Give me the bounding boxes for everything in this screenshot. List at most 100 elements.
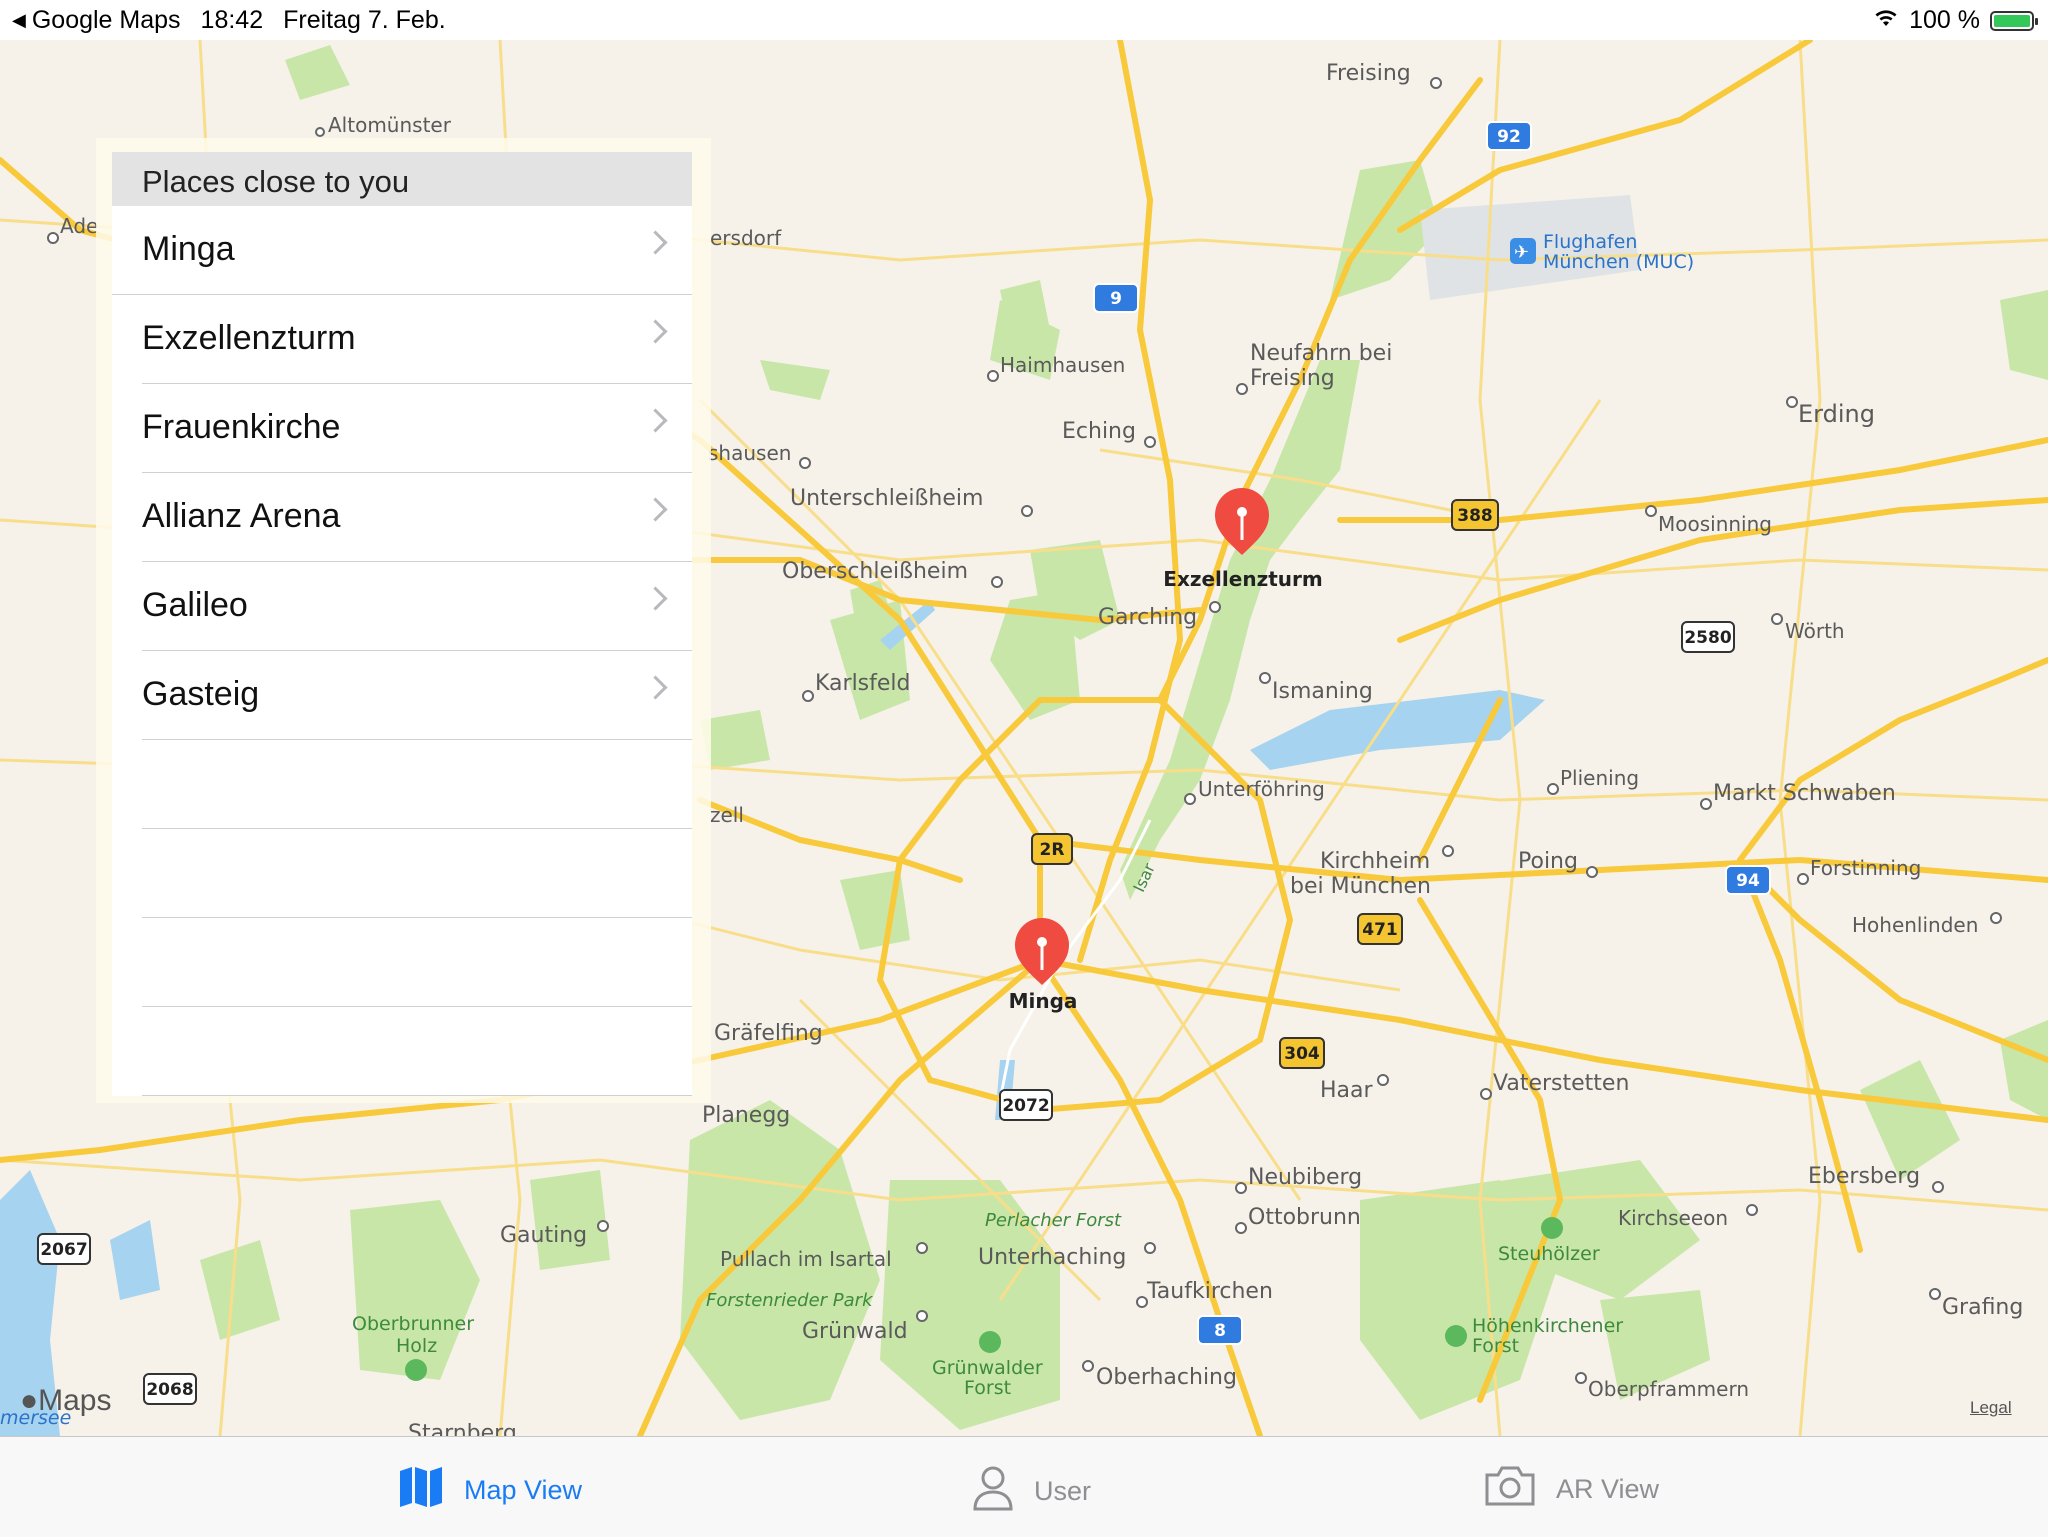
- map-label-gruenwalder-1: Grünwalder: [932, 1357, 1043, 1379]
- map-label-ebersberg: Ebersberg: [1808, 1164, 1920, 1189]
- map-label-woerth: Wörth: [1785, 619, 1845, 643]
- place-name: Minga: [142, 230, 235, 268]
- map-label-zell: zell: [710, 803, 744, 827]
- map-label-gauting: Gauting: [500, 1223, 587, 1248]
- map-label-ottobrunn: Ottobrunn: [1248, 1205, 1361, 1230]
- chevron-right-icon: [643, 230, 668, 255]
- status-bar: ◀ Google Maps 18:42 Freitag 7. Feb. 100 …: [0, 0, 2048, 40]
- empty-row: [142, 740, 692, 829]
- map-label-kirchheim-1: Kirchheim: [1320, 849, 1430, 874]
- map-label-karlsfeld: Karlsfeld: [815, 671, 911, 696]
- empty-row: [142, 918, 692, 1007]
- map-label-oberpframmern: Oberpframmern: [1588, 1377, 1749, 1401]
- map-label-neubiberg: Neubiberg: [1248, 1165, 1362, 1190]
- legal-link[interactable]: Legal: [1970, 1398, 2012, 1418]
- shield-b388: 388: [1457, 506, 1493, 526]
- map-label-unterschleissheim: Unterschleißheim: [790, 486, 983, 511]
- map-label-forstinning: Forstinning: [1810, 856, 1921, 880]
- place-name: Allianz Arena: [142, 497, 341, 535]
- map-label-flughafen-1: Flughafen: [1543, 231, 1637, 253]
- map-label-gruenwalder-2: Forst: [964, 1377, 1011, 1399]
- map-label-eching: Eching: [1062, 419, 1136, 444]
- shield-b304: 304: [1284, 1044, 1320, 1064]
- wifi-icon: [1873, 6, 1899, 35]
- map-label-markt-schwaben: Markt Schwaben: [1713, 781, 1896, 806]
- map-label-garching: Garching: [1098, 605, 1197, 630]
- map-label-vaterstetten: Vaterstetten: [1493, 1071, 1629, 1096]
- map-label-taufkirchen: Taufkirchen: [1146, 1279, 1273, 1304]
- place-row-allianz-arena[interactable]: Allianz Arena: [142, 473, 692, 562]
- chevron-right-icon: [643, 408, 668, 433]
- map-label-grafing: Grafing: [1942, 1295, 2023, 1320]
- map-label-poing: Poing: [1518, 849, 1578, 874]
- place-row-minga[interactable]: Minga: [112, 206, 692, 295]
- map-label-oberbrunner-2: Holz: [396, 1335, 437, 1357]
- map-label-moosinning: Moosinning: [1658, 512, 1772, 536]
- shield-a8: 8: [1214, 1321, 1226, 1341]
- map-label-altomuenster: Altomünster: [328, 113, 452, 137]
- map-label-erding: Erding: [1798, 400, 1875, 428]
- person-icon: [972, 1465, 1014, 1518]
- maps-logo-text: Maps: [38, 1384, 112, 1417]
- tab-ar-view-label: AR View: [1556, 1474, 1660, 1504]
- place-row-exzellenzturm[interactable]: Exzellenzturm: [142, 295, 692, 384]
- place-row-gasteig[interactable]: Gasteig: [142, 651, 692, 740]
- place-row-frauenkirche[interactable]: Frauenkirche: [142, 384, 692, 473]
- place-name: Gasteig: [142, 675, 260, 713]
- map-label-neufahrn-2: Freising: [1250, 366, 1335, 391]
- tab-user[interactable]: User: [972, 1465, 1091, 1518]
- battery-percent: 100 %: [1909, 6, 1980, 34]
- map-label-haar: Haar: [1320, 1078, 1374, 1103]
- camera-icon: [1484, 1465, 1536, 1514]
- map-label-graefelfing: Gräfelfing: [714, 1021, 823, 1046]
- map-label-kirchheim-2: bei München: [1290, 874, 1431, 899]
- tab-map-view-label: Map View: [464, 1475, 583, 1505]
- tab-user-label: User: [1034, 1476, 1092, 1506]
- map-label-haimhausen: Haimhausen: [1000, 353, 1125, 377]
- map-label-freising: Freising: [1326, 61, 1411, 86]
- map-label-pliening: Pliening: [1560, 766, 1639, 790]
- chevron-right-icon: [643, 319, 668, 344]
- shield-2580: 2580: [1684, 628, 1731, 648]
- place-name: Exzellenzturm: [142, 319, 356, 357]
- places-list: Minga Exzellenzturm Frauenkirche Allianz…: [112, 206, 692, 1096]
- back-to-app-link[interactable]: ◀ Google Maps: [12, 6, 181, 35]
- map-label-forstenrieder-park: Forstenrieder Park: [706, 1290, 874, 1311]
- empty-row: [142, 1007, 692, 1096]
- shield-a9: 9: [1110, 289, 1122, 309]
- back-arrow-icon: ◀: [12, 10, 26, 30]
- status-time: 18:42: [200, 6, 264, 34]
- map-label-ismaning: Ismaning: [1272, 679, 1373, 704]
- map-label-neufahrn-1: Neufahrn bei: [1250, 341, 1392, 366]
- place-name: Frauenkirche: [142, 408, 341, 446]
- shield-2072: 2072: [1002, 1096, 1049, 1116]
- battery-icon: [1990, 10, 2038, 31]
- places-panel-header: Places close to you: [112, 152, 692, 206]
- map-label-flughafen-2: München (MUC): [1543, 251, 1694, 273]
- chevron-right-icon: [643, 586, 668, 611]
- map-label-steuhoelzer: Steuhölzer: [1498, 1243, 1600, 1265]
- shield-2068: 2068: [146, 1380, 193, 1400]
- chevron-right-icon: [643, 497, 668, 522]
- map-label-shausen: shausen: [708, 441, 791, 465]
- pin-label-minga: Minga: [1009, 989, 1078, 1013]
- map-label-starnberg: Starnberg: [408, 1421, 517, 1436]
- map-label-unterhaching: Unterhaching: [978, 1245, 1126, 1270]
- apple-logo-icon: ●: [20, 1384, 39, 1417]
- pin-label-exzellenzturm: Exzellenzturm: [1163, 567, 1322, 591]
- map-label-kirchseeon: Kirchseeon: [1618, 1206, 1728, 1230]
- map-label-gruenwald: Grünwald: [802, 1319, 908, 1344]
- map-label-hohenlinden: Hohenlinden: [1852, 913, 1978, 937]
- map-label-planegg: Planegg: [702, 1103, 790, 1128]
- shield-a94: 94: [1736, 871, 1760, 891]
- tab-ar-view[interactable]: AR View: [1484, 1465, 1659, 1514]
- map-label-ade: Ade: [60, 214, 98, 238]
- map-label-hoehenkirchener-2: Forst: [1472, 1335, 1519, 1357]
- map-label-hoehenkirchener-1: Höhenkirchener: [1472, 1315, 1623, 1337]
- place-row-galileo[interactable]: Galileo: [142, 562, 692, 651]
- shield-b471: 471: [1362, 920, 1398, 940]
- svg-text:✈: ✈: [1514, 242, 1529, 263]
- apple-maps-logo: ●Maps: [20, 1384, 111, 1418]
- tab-map-view[interactable]: Map View: [398, 1465, 582, 1516]
- places-panel: Places close to you Minga Exzellenzturm …: [96, 138, 711, 1103]
